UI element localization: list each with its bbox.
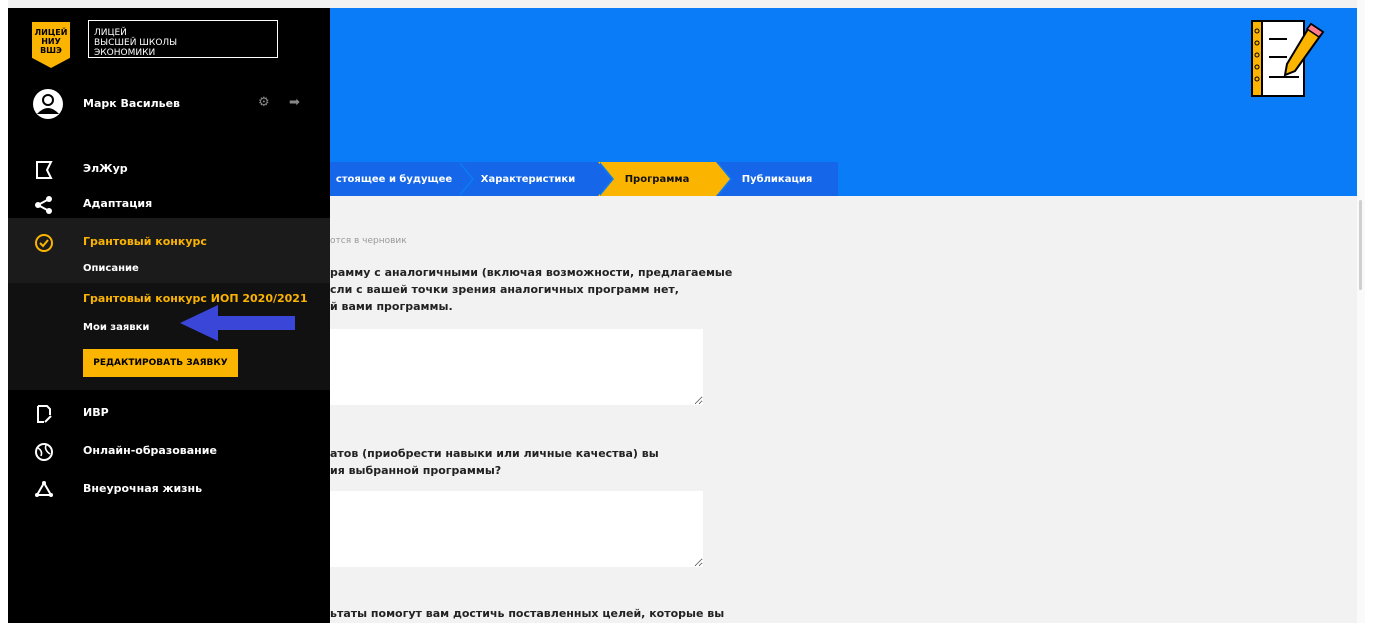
avatar-icon[interactable] xyxy=(32,88,64,120)
answer-2-field[interactable] xyxy=(330,491,703,567)
lyceum-logo-badge[interactable]: ЛИЦЕЙ НИУ ВШЭ xyxy=(32,22,70,68)
step-label: Характеристики xyxy=(480,173,576,185)
sidebar-item-label: Онлайн-образование xyxy=(83,444,217,457)
question-3: ьтаты помогут вам достичь поставленных ц… xyxy=(330,607,725,620)
step-present-future[interactable]: стоящее и будущее xyxy=(330,162,474,196)
logo-line: ВШЭ xyxy=(40,46,62,55)
scrollbar-thumb[interactable] xyxy=(1359,200,1362,290)
step-label: стоящее и будущее xyxy=(335,173,453,185)
document-edit-icon xyxy=(37,405,52,423)
question-1: рамму с аналогичными (включая возможност… xyxy=(330,266,733,313)
sidebar-item-extracurricular[interactable]: Внеурочная жизнь xyxy=(8,474,330,504)
sidebar-item-ivr[interactable]: ИВР xyxy=(8,398,330,428)
share-icon xyxy=(35,196,52,214)
sidebar-item-label: ИВР xyxy=(83,406,109,419)
logout-icon[interactable]: ➡ xyxy=(289,95,305,111)
check-circle-icon xyxy=(35,234,53,252)
wizard-steps: стоящее и будущее Характеристики Програм… xyxy=(330,162,838,196)
logo-line: НИУ xyxy=(41,37,61,46)
step-publication[interactable]: Публикация xyxy=(716,162,838,196)
sidebar-item-adaptation[interactable]: Адаптация xyxy=(8,189,330,219)
sidebar-item-eljur[interactable]: ЭлЖур xyxy=(8,154,330,184)
scrollbar[interactable] xyxy=(1357,0,1365,623)
logo-line: ЛИЦЕЙ xyxy=(34,28,68,37)
step-label: Программа xyxy=(624,173,690,185)
user-name[interactable]: Марк Васильев xyxy=(83,97,180,110)
logo-line: ЛИЦЕЙ xyxy=(94,28,127,38)
step-divider xyxy=(458,162,472,196)
step-divider xyxy=(716,162,730,196)
sidebar-subitem-description[interactable]: Описание xyxy=(83,263,139,274)
notebook-pencil-icon xyxy=(1251,20,1325,97)
step-label: Публикация xyxy=(741,173,813,185)
sidebar-item-label: Внеурочная жизнь xyxy=(83,482,203,495)
step-program[interactable]: Программа xyxy=(598,162,732,196)
draft-hint: отся в черновик xyxy=(330,236,407,246)
sidebar-item-online[interactable]: Онлайн-образование xyxy=(8,436,330,466)
pointer-arrow-annotation xyxy=(180,305,295,341)
sidebar-subitem-my-applications[interactable]: Мои заявки xyxy=(83,322,149,333)
gear-icon[interactable]: ⚙ xyxy=(258,96,272,110)
edit-application-button[interactable]: РЕДАКТИРОВАТЬ ЗАЯВКУ xyxy=(83,349,238,377)
sidebar-item-grant[interactable]: Грантовый конкурс xyxy=(8,227,330,257)
triangle-nodes-icon xyxy=(35,481,53,497)
window-edge xyxy=(0,0,8,623)
bookmark-icon xyxy=(36,161,53,179)
step-divider xyxy=(598,162,612,196)
sidebar-item-label: Грантовый конкурс xyxy=(83,235,207,248)
logo-line: ЭКОНОМИКИ xyxy=(94,48,156,58)
sidebar-item-label: Адаптация xyxy=(83,197,153,210)
answer-1-field[interactable] xyxy=(330,329,703,405)
lyceum-logo-text[interactable]: ЛИЦЕЙ ВЫСШЕЙ ШКОЛЫ ЭКОНОМИКИ xyxy=(88,20,278,58)
question-2: атов (приобрести навыки или личные качес… xyxy=(330,447,659,477)
sidebar-item-label: ЭлЖур xyxy=(83,162,128,175)
step-characteristics[interactable]: Характеристики xyxy=(458,162,614,196)
globe-icon xyxy=(35,443,53,461)
logo-line: ВЫСШЕЙ ШКОЛЫ xyxy=(94,38,178,48)
